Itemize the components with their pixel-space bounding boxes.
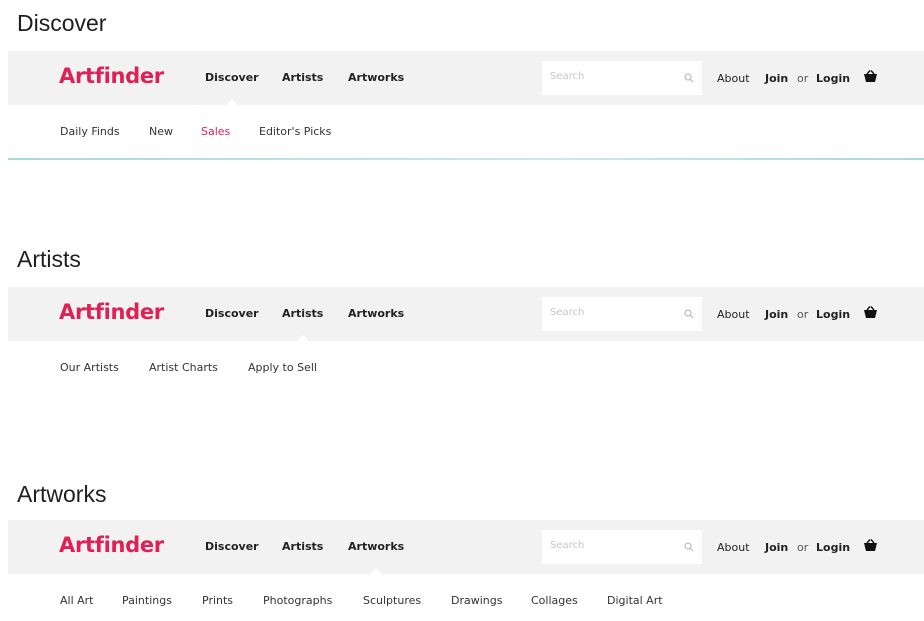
subnav-sculptures[interactable]: Sculptures (363, 594, 421, 607)
subnav-new[interactable]: New (149, 125, 173, 138)
basket-icon[interactable] (863, 70, 878, 83)
artfinder-logo[interactable]: Artfinder (59, 64, 164, 88)
about-link[interactable]: About (717, 541, 750, 554)
join-link[interactable]: Join (765, 72, 788, 85)
about-link[interactable]: About (717, 72, 750, 85)
section-title: Artists (17, 246, 81, 272)
subnav-photographs[interactable]: Photographs (263, 594, 332, 607)
subnav-editors-picks[interactable]: Editor's Picks (259, 125, 331, 138)
nav-discover[interactable]: Discover (205, 540, 259, 553)
subnav-daily-finds[interactable]: Daily Finds (60, 125, 120, 138)
or-text: or (797, 72, 809, 85)
search-input[interactable] (550, 307, 670, 318)
nav-artworks[interactable]: Artworks (348, 71, 404, 84)
search-icon[interactable] (684, 309, 694, 319)
nav-discover[interactable]: Discover (205, 307, 259, 320)
section-title: Discover (17, 10, 107, 36)
artfinder-logo[interactable]: Artfinder (59, 300, 164, 324)
join-link[interactable]: Join (765, 541, 788, 554)
subnav-artist-charts[interactable]: Artist Charts (149, 361, 218, 374)
search-box (542, 530, 702, 564)
subnav-digital-art[interactable]: Digital Art (607, 594, 663, 607)
subnav-paintings[interactable]: Paintings (122, 594, 172, 607)
login-link[interactable]: Login (816, 541, 850, 554)
subnav-collages[interactable]: Collages (531, 594, 578, 607)
nav-discover[interactable]: Discover (205, 71, 259, 106)
subnav-our-artists[interactable]: Our Artists (60, 361, 119, 374)
search-icon[interactable] (684, 542, 694, 552)
nav-artists[interactable]: Artists (282, 307, 323, 342)
search-box (542, 61, 702, 95)
subnav-all-art[interactable]: All Art (60, 594, 94, 607)
navbar: Artfinder Discover Artists Artworks Abou… (8, 287, 924, 342)
navbar: Artfinder Discover Artists Artworks Abou… (8, 520, 924, 575)
basket-icon[interactable] (863, 539, 878, 552)
subnav-divider (8, 158, 924, 160)
search-icon[interactable] (684, 73, 694, 83)
join-link[interactable]: Join (765, 308, 788, 321)
navbar: Artfinder Discover Artists Artworks Abou… (8, 51, 924, 106)
basket-icon[interactable] (863, 306, 878, 319)
subnav-drawings[interactable]: Drawings (451, 594, 502, 607)
artfinder-logo[interactable]: Artfinder (59, 533, 164, 557)
search-input[interactable] (550, 71, 670, 82)
nav-artists[interactable]: Artists (282, 71, 323, 84)
subnav-sales[interactable]: Sales (201, 125, 230, 138)
login-link[interactable]: Login (816, 72, 850, 85)
login-link[interactable]: Login (816, 308, 850, 321)
section-title: Artworks (17, 481, 107, 507)
search-input[interactable] (550, 540, 670, 551)
search-box (542, 297, 702, 331)
nav-artworks[interactable]: Artworks (348, 307, 404, 320)
subnav-prints[interactable]: Prints (202, 594, 233, 607)
nav-artists[interactable]: Artists (282, 540, 323, 553)
about-link[interactable]: About (717, 308, 750, 321)
or-text: or (797, 308, 809, 321)
or-text: or (797, 541, 809, 554)
subnav-apply-to-sell[interactable]: Apply to Sell (248, 361, 317, 374)
nav-artworks[interactable]: Artworks (348, 540, 404, 575)
